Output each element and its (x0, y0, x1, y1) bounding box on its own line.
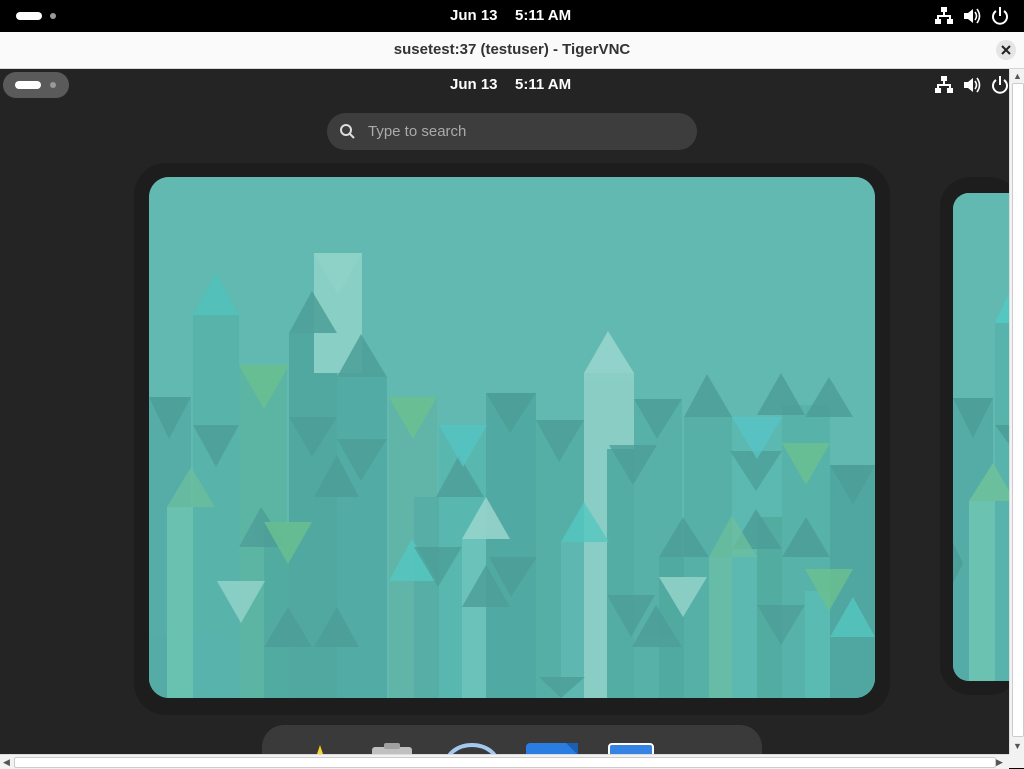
software-icon[interactable] (526, 743, 578, 754)
files-icon[interactable] (370, 743, 414, 754)
host-top-bar: Jun 13 5:11 AM (0, 0, 1024, 32)
remote-clock-time: 5:11 AM (515, 76, 572, 93)
search-icon (340, 124, 355, 139)
favorites-icon[interactable] (306, 743, 334, 754)
close-icon (1001, 45, 1011, 55)
power-icon[interactable] (990, 75, 1009, 95)
remote-desktop[interactable]: Jun 13 5:11 AM Type to search (0, 69, 1009, 754)
wallpaper-image (953, 193, 1009, 681)
power-icon[interactable] (990, 6, 1010, 26)
clock[interactable]: Jun 13 5:11 AM (440, 0, 590, 32)
remote-activities-button[interactable] (3, 72, 69, 98)
volume-icon[interactable] (962, 6, 982, 26)
search-placeholder: Type to search (368, 123, 467, 140)
search-entry[interactable]: Type to search (327, 113, 697, 150)
wallpaper-image (149, 177, 875, 698)
horizontal-scrollbar[interactable]: ◀ ▶ (0, 754, 1009, 769)
vertical-scrollbar[interactable]: ▲ ▼ (1009, 69, 1024, 754)
network-icon[interactable] (934, 75, 954, 95)
workspace-indicator-inactive (50, 13, 56, 19)
remote-clock-date: Jun 13 (450, 76, 498, 93)
scroll-up-icon[interactable]: ▲ (1013, 71, 1022, 81)
resize-grip[interactable] (1009, 754, 1024, 768)
horizontal-scroll-thumb[interactable] (14, 757, 996, 768)
dash (262, 725, 762, 754)
scroll-down-icon[interactable]: ▼ (1013, 741, 1022, 751)
workspace-thumbnail-current[interactable] (149, 177, 875, 698)
scroll-left-icon[interactable]: ◀ (3, 757, 10, 767)
workspace-indicator-active (16, 12, 42, 20)
remote-top-bar: Jun 13 5:11 AM (0, 69, 1009, 101)
vnc-window-titlebar[interactable]: susetest:37 (testuser) - TigerVNC (0, 32, 1024, 69)
network-icon[interactable] (934, 6, 954, 26)
terminal-icon[interactable] (608, 743, 654, 754)
activities-button[interactable] (10, 6, 60, 26)
workspace-indicator-inactive (50, 82, 56, 88)
workspace-thumbnail-next[interactable] (953, 193, 1009, 681)
window-title: susetest:37 (testuser) - TigerVNC (393, 41, 631, 58)
workspace-indicator-active (15, 81, 41, 89)
close-button[interactable] (996, 40, 1016, 60)
clock-time: 5:11 AM (515, 7, 572, 24)
vertical-scroll-thumb[interactable] (1012, 83, 1024, 737)
web-browser-icon[interactable] (444, 743, 500, 754)
volume-icon[interactable] (962, 75, 982, 95)
remote-clock[interactable]: Jun 13 5:11 AM (440, 69, 590, 101)
clock-date: Jun 13 (450, 7, 498, 24)
scroll-right-icon[interactable]: ▶ (996, 757, 1003, 767)
